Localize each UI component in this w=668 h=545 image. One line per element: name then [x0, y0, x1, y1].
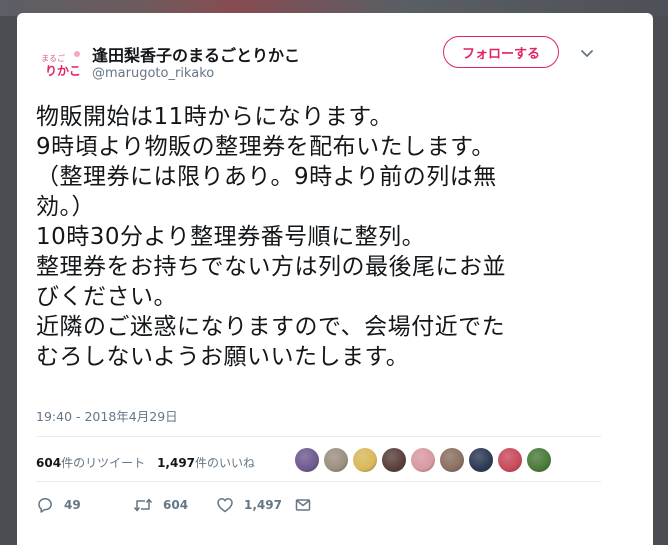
reply-icon	[38, 498, 52, 513]
liker-avatar[interactable]	[411, 448, 435, 472]
like-stat-count: 1,497	[157, 456, 196, 470]
retweet-icon	[133, 498, 153, 512]
divider-top	[36, 436, 601, 437]
like-count: 1,497	[244, 498, 282, 512]
tweet-text: 物販開始は11時からになります。 9時頃より物販の整理券を配布いたします。 （整…	[36, 104, 506, 370]
liker-avatar[interactable]	[469, 448, 493, 472]
envelope-icon	[295, 499, 311, 511]
user-handle[interactable]: @marugoto_rikako	[92, 66, 214, 81]
avatar-logo-dot	[74, 51, 80, 57]
reply-count: 49	[64, 498, 81, 512]
direct-message-button[interactable]	[294, 495, 322, 515]
retweet-button[interactable]: 604	[133, 495, 188, 515]
liker-avatar[interactable]	[527, 448, 551, 472]
liker-avatar[interactable]	[295, 448, 319, 472]
chevron-down-icon[interactable]	[579, 45, 595, 61]
avatar-logo-text-bottom: りかこ	[45, 64, 81, 78]
avatar[interactable]: まるご りかこ	[36, 39, 86, 89]
divider-bottom	[36, 481, 601, 482]
like-button[interactable]: 1,497	[216, 495, 282, 515]
liker-avatar[interactable]	[382, 448, 406, 472]
follow-button[interactable]: フォローする	[443, 36, 559, 68]
liker-avatar[interactable]	[324, 448, 348, 472]
retweet-count: 604	[163, 498, 189, 512]
liker-avatar[interactable]	[353, 448, 377, 472]
display-name[interactable]: 逢田梨香子のまるごとりかこ	[92, 42, 300, 66]
liker-avatar[interactable]	[440, 448, 464, 472]
liker-avatar[interactable]	[498, 448, 522, 472]
engagement-stats: 604件のリツイート 1,497件のいいね	[36, 454, 255, 471]
like-stat[interactable]: 1,497件のいいね	[157, 456, 255, 470]
avatar-logo: まるご りかこ	[41, 51, 81, 78]
tweet-timestamp[interactable]: 19:40 - 2018年4月29日	[36, 406, 178, 425]
like-stat-label: 件のいいね	[195, 456, 256, 470]
avatar-logo-text-top: まるご	[41, 53, 65, 63]
retweet-stat[interactable]: 604件のリツイート	[36, 456, 145, 470]
reply-button[interactable]: 49	[36, 495, 81, 515]
retweet-stat-label: 件のリツイート	[61, 456, 146, 470]
heart-icon	[217, 498, 233, 513]
retweet-stat-count: 604	[36, 456, 62, 470]
